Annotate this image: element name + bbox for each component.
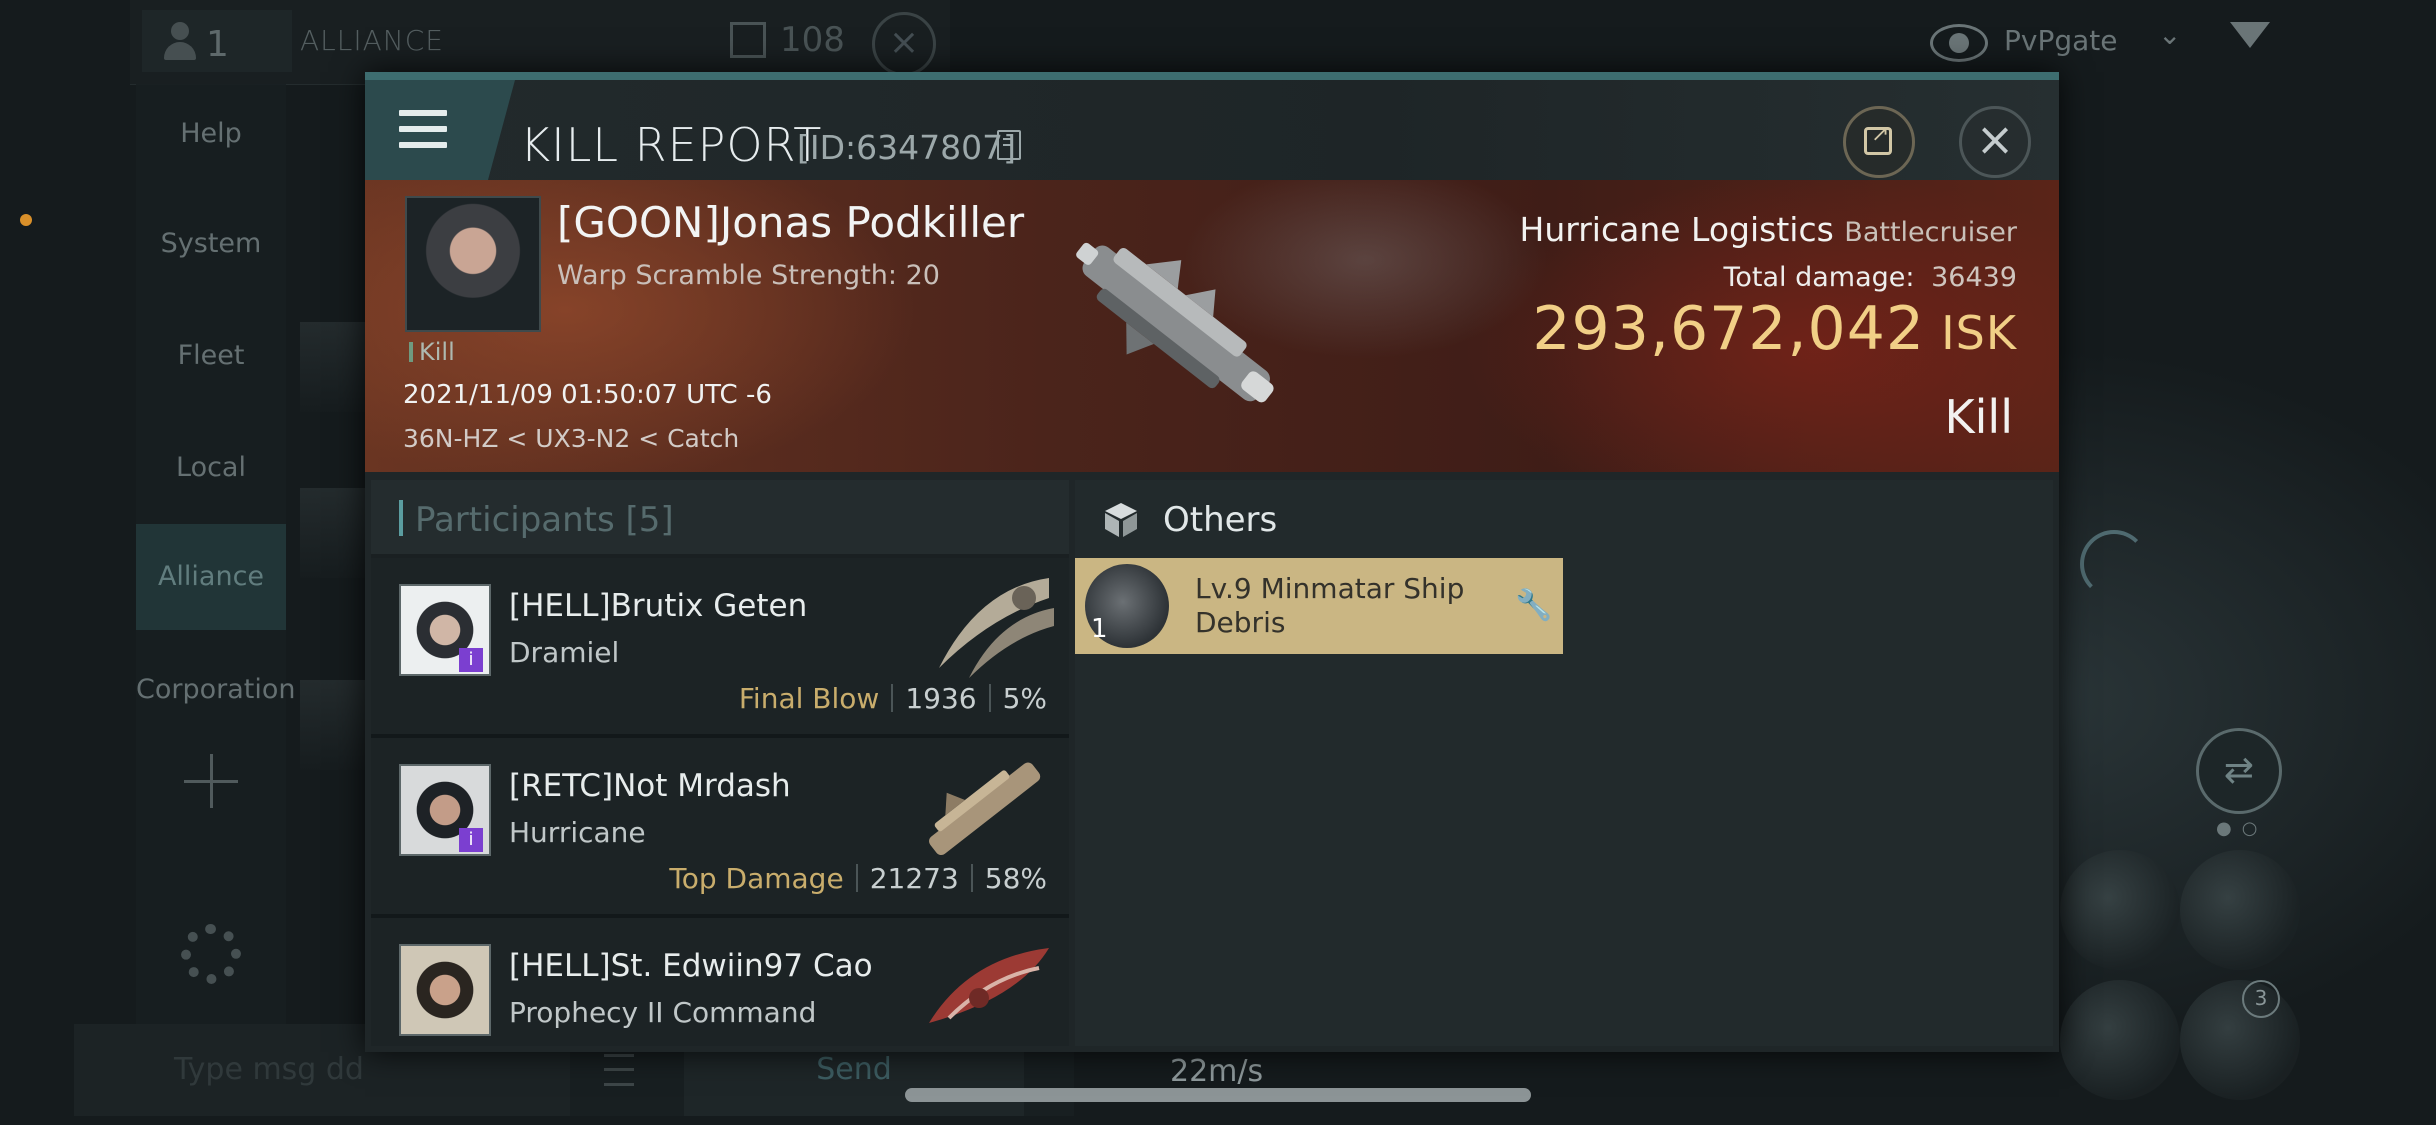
total-damage-label: Total damage: bbox=[1723, 262, 1915, 293]
side-nav-alliance[interactable]: Alliance bbox=[136, 524, 286, 630]
report-id: [ID:6347807] bbox=[797, 128, 1016, 167]
victim-ship-image bbox=[1076, 242, 1274, 403]
participant-name: [RETC]Not Mrdash bbox=[509, 768, 791, 804]
module-slot[interactable] bbox=[2180, 850, 2300, 970]
chat-close-button[interactable]: × bbox=[872, 12, 936, 76]
participant-ship-image bbox=[929, 948, 1049, 1023]
share-icon bbox=[1864, 122, 1892, 155]
participant-row[interactable]: [HELL]St. Edwiin97 Cao Prophecy II Comma… bbox=[371, 918, 1069, 1046]
view-mode-bar: PvPgate ⌄ bbox=[1930, 10, 2430, 80]
filter-icon[interactable] bbox=[2230, 22, 2270, 48]
report-result: Kill bbox=[1944, 390, 2013, 444]
chat-avatar bbox=[300, 322, 370, 412]
total-damage-value: 36439 bbox=[1931, 262, 2017, 293]
participant-stats: Final Blow 1936 5% bbox=[739, 682, 1047, 715]
isk-value: 293,672,042 ISK bbox=[1532, 294, 2017, 364]
participants-panel: Participants [5] i [HELL]Brutix Geten Dr… bbox=[371, 480, 1069, 1046]
victim-name[interactable]: [GOON]Jonas Podkiller bbox=[557, 198, 1024, 247]
side-nav-corporation[interactable]: Corporation bbox=[136, 640, 296, 740]
side-nav-local[interactable]: Local bbox=[136, 418, 286, 518]
participants-label: Participants [5] bbox=[415, 500, 674, 540]
participants-tab[interactable]: Participants [5] bbox=[371, 480, 1069, 554]
victim-ship-name: Hurricane Logistics bbox=[1519, 210, 1834, 249]
isk-amount: 293,672,042 bbox=[1532, 294, 1926, 364]
module-slot[interactable] bbox=[2060, 980, 2180, 1100]
victim-ship: Hurricane Logistics Battlecruiser bbox=[1520, 210, 2017, 249]
modal-title: KILL REPORT bbox=[520, 118, 823, 172]
module-slot[interactable] bbox=[2180, 980, 2300, 1100]
participant-tag: Top Damage bbox=[669, 862, 844, 895]
warp-scramble-strength: Warp Scramble Strength: 20 bbox=[557, 260, 940, 291]
notification-dot bbox=[20, 214, 32, 226]
participant-damage: 1936 bbox=[905, 682, 977, 715]
victim-ship-class: Battlecruiser bbox=[1844, 217, 2017, 248]
kill-location: 36N-HZ < UX3-N2 < Catch bbox=[403, 424, 740, 453]
kill-tag: Kill bbox=[409, 338, 455, 366]
eye-icon bbox=[1930, 24, 1988, 62]
info-badge-icon: i bbox=[459, 828, 483, 852]
total-damage: Total damage: 36439 bbox=[1723, 262, 2017, 293]
chat-side-nav: Help System Fleet Local Alliance Corpora… bbox=[136, 84, 296, 1024]
victim-portrait[interactable] bbox=[405, 196, 541, 332]
participant-damage: 21273 bbox=[869, 862, 959, 895]
side-nav-fleet[interactable]: Fleet bbox=[136, 306, 286, 406]
isk-unit: ISK bbox=[1941, 306, 2017, 360]
dropped-item[interactable]: 1 Lv.9 Minmatar Ship Debris 🔧 bbox=[1075, 558, 1563, 654]
swap-button[interactable]: ⇄ bbox=[2196, 728, 2282, 814]
participant-name: [HELL]Brutix Geten bbox=[509, 588, 808, 624]
participant-row[interactable]: i [HELL]Brutix Geten Dramiel Final Blow 1… bbox=[371, 558, 1069, 738]
member-count-button[interactable]: 1 bbox=[142, 10, 292, 72]
page-dots: ●○ bbox=[2216, 818, 2268, 839]
chat-avatar bbox=[300, 680, 370, 770]
kill-report-modal: KILL REPORT [ID:6347807] × [GOON]Jonas P… bbox=[365, 72, 2059, 1052]
loading-spinner-icon bbox=[2080, 530, 2148, 598]
emote-menu-icon[interactable] bbox=[604, 1054, 634, 1086]
member-count: 1 bbox=[206, 24, 229, 65]
participant-ship: Hurricane bbox=[509, 816, 646, 849]
view-mode-label[interactable]: PvPgate bbox=[2004, 24, 2117, 57]
message-count: 108 bbox=[780, 20, 845, 60]
home-indicator bbox=[905, 1088, 1531, 1102]
chevron-down-icon[interactable]: ⌄ bbox=[2158, 18, 2181, 51]
side-nav-system[interactable]: System bbox=[136, 194, 286, 294]
others-panel: Others 1 Lv.9 Minmatar Ship Debris 🔧 bbox=[1075, 480, 2053, 1046]
chat-channel-title: ALLIANCE bbox=[300, 24, 444, 57]
user-icon bbox=[160, 22, 200, 62]
modal-accent-line bbox=[365, 72, 2059, 80]
participant-name: [HELL]St. Edwiin97 Cao bbox=[509, 948, 873, 984]
participant-avatar bbox=[399, 944, 491, 1036]
cube-icon bbox=[1105, 503, 1137, 537]
kill-banner: [GOON]Jonas Podkiller Warp Scramble Stre… bbox=[365, 180, 2059, 472]
others-label: Others bbox=[1163, 500, 1278, 540]
participant-ship-image bbox=[929, 762, 1041, 856]
message-icon bbox=[730, 22, 766, 58]
tab-indicator bbox=[399, 500, 403, 536]
close-button[interactable]: × bbox=[1959, 106, 2031, 178]
kill-datetime: 2021/11/09 01:50:07 UTC -6 bbox=[403, 380, 772, 410]
participant-ship-image bbox=[939, 578, 1054, 678]
module-slot[interactable] bbox=[2060, 850, 2180, 970]
side-nav-help[interactable]: Help bbox=[136, 84, 286, 184]
copy-icon[interactable] bbox=[997, 130, 1021, 160]
participant-ship: Prophecy II Command bbox=[509, 996, 817, 1029]
gear-icon[interactable] bbox=[181, 924, 241, 984]
chat-avatar bbox=[300, 488, 370, 578]
wrench-icon: 🔧 bbox=[1515, 588, 1553, 623]
add-channel-icon[interactable] bbox=[184, 754, 238, 808]
others-header: Others bbox=[1075, 480, 2053, 554]
participant-row[interactable]: i [RETC]Not Mrdash Hurricane Top Damage 2… bbox=[371, 738, 1069, 918]
participant-tag: Final Blow bbox=[738, 682, 880, 715]
share-button[interactable] bbox=[1843, 106, 1915, 178]
participant-percent: 58% bbox=[984, 862, 1047, 895]
participant-ship: Dramiel bbox=[509, 636, 620, 669]
module-count-badge: 3 bbox=[2242, 980, 2280, 1018]
info-badge-icon: i bbox=[459, 648, 483, 672]
modal-titlebar: KILL REPORT [ID:6347807] × bbox=[365, 80, 2059, 180]
participant-percent: 5% bbox=[1002, 682, 1047, 715]
participant-stats: Top Damage 21273 58% bbox=[669, 862, 1047, 895]
item-name: Lv.9 Minmatar Ship Debris bbox=[1195, 572, 1465, 639]
hamburger-icon bbox=[399, 110, 447, 150]
item-quantity: 1 bbox=[1091, 614, 1108, 644]
speed-readout: 22m/s bbox=[1170, 1054, 1264, 1089]
